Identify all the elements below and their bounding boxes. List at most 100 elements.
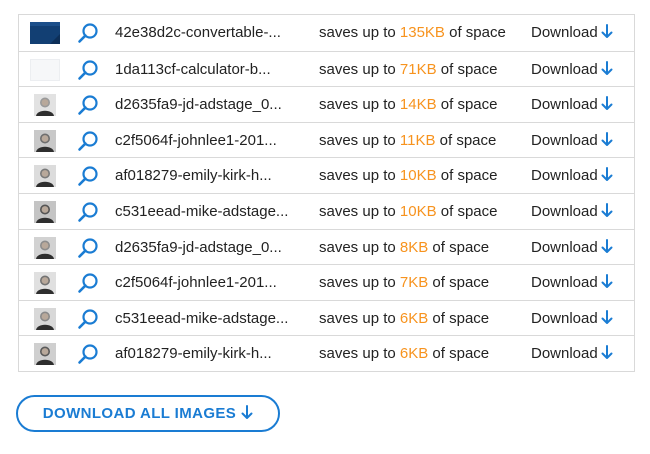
arrow-down-icon [601, 345, 613, 360]
file-name[interactable]: d2635fa9-jd-adstage_0... [115, 87, 282, 122]
file-name[interactable]: c531eead-mike-adstage... [115, 301, 288, 336]
download-label: Download [531, 96, 598, 114]
blue-banner-thumbnail [30, 22, 60, 44]
download-link[interactable]: Download [531, 15, 613, 50]
portrait-photo-thumbnail [30, 236, 60, 259]
magnifier-icon[interactable] [77, 272, 99, 294]
file-name[interactable]: c2f5064f-johnlee1-201... [115, 123, 277, 158]
savings-prefix: saves up to [319, 274, 396, 292]
download-label: Download [531, 60, 598, 78]
savings-suffix: of space [432, 274, 490, 292]
download-link[interactable]: Download [531, 123, 613, 158]
savings-amount: 14KB [399, 96, 437, 114]
savings-prefix: saves up to [319, 345, 396, 363]
magnifier-icon[interactable] [77, 94, 99, 116]
savings-suffix: of space [432, 345, 490, 363]
savings-prefix: saves up to [319, 24, 396, 41]
savings-suffix: of space [440, 167, 498, 185]
savings-suffix: of space [440, 202, 498, 220]
arrow-down-icon [601, 167, 613, 182]
file-name[interactable]: d2635fa9-jd-adstage_0... [115, 230, 282, 265]
table-row: d2635fa9-jd-adstage_0... saves up to 8KB … [19, 228, 634, 265]
arrow-down-icon [601, 203, 613, 218]
savings-suffix: of space [439, 131, 497, 149]
savings-amount: 10KB [399, 202, 437, 220]
arrow-down-icon [601, 96, 613, 111]
portrait-photo-thumbnail [30, 307, 60, 330]
portrait-photo-thumbnail [30, 200, 60, 223]
download-label: Download [531, 167, 598, 185]
table-row: c2f5064f-johnlee1-201... saves up to 7KB … [19, 264, 634, 300]
portrait-photo-thumbnail [30, 165, 60, 188]
download-label: Download [531, 24, 598, 41]
magnifier-icon[interactable] [77, 59, 99, 81]
savings-prefix: saves up to [319, 238, 396, 256]
savings-text: saves up to 71KB of space [319, 52, 497, 87]
portrait-photo-thumbnail [30, 129, 60, 152]
magnifier-icon[interactable] [77, 343, 99, 365]
download-all-button[interactable]: DOWNLOAD ALL IMAGES [16, 395, 280, 432]
download-link[interactable]: Download [531, 158, 613, 193]
savings-amount: 6KB [399, 345, 429, 363]
file-name[interactable]: c531eead-mike-adstage... [115, 194, 288, 229]
savings-prefix: saves up to [319, 96, 396, 114]
savings-text: saves up to 14KB of space [319, 87, 497, 122]
magnifier-icon[interactable] [77, 237, 99, 259]
file-name[interactable]: 42e38d2c-convertable-... [115, 15, 281, 50]
savings-amount: 135KB [399, 24, 445, 41]
table-row: 1da113cf-calculator-b... saves up to 71KB… [19, 50, 634, 87]
download-label: Download [531, 131, 598, 149]
magnifier-icon[interactable] [77, 165, 99, 187]
savings-amount: 71KB [399, 60, 437, 78]
portrait-photo-thumbnail [30, 94, 60, 117]
savings-text: saves up to 135KB of space [319, 15, 506, 50]
arrow-down-icon [601, 238, 613, 254]
file-name[interactable]: c2f5064f-johnlee1-201... [115, 265, 277, 300]
savings-prefix: saves up to [319, 131, 396, 149]
savings-text: saves up to 11KB of space [319, 123, 496, 158]
portrait-photo-thumbnail [30, 343, 60, 366]
savings-suffix: of space [432, 238, 490, 256]
savings-text: saves up to 6KB of space [319, 301, 489, 336]
download-all-label: DOWNLOAD ALL IMAGES [42, 405, 237, 422]
magnifier-icon[interactable] [77, 22, 99, 44]
savings-suffix: of space [440, 60, 498, 78]
savings-text: saves up to 10KB of space [319, 194, 497, 229]
savings-amount: 11KB [399, 131, 436, 149]
table-row: 42e38d2c-convertable-... saves up to 135K… [19, 15, 634, 51]
download-link[interactable]: Download [531, 336, 613, 371]
magnifier-icon[interactable] [77, 308, 99, 330]
savings-amount: 7KB [399, 274, 429, 292]
download-link[interactable]: Download [531, 52, 613, 87]
results-table: 42e38d2c-convertable-... saves up to 135K… [18, 14, 635, 372]
savings-text: saves up to 8KB of space [319, 230, 489, 265]
arrow-down-icon [601, 131, 613, 147]
table-row: c2f5064f-johnlee1-201... saves up to 11KB… [19, 121, 634, 158]
arrow-down-icon [601, 60, 613, 76]
download-link[interactable]: Download [531, 265, 613, 300]
savings-suffix: of space [449, 24, 506, 41]
table-row: af018279-emily-kirk-h... saves up to 10KB… [19, 157, 634, 193]
download-link[interactable]: Download [531, 194, 613, 229]
table-row: c531eead-mike-adstage... saves up to 6KB … [19, 299, 634, 336]
download-label: Download [531, 238, 598, 256]
file-name[interactable]: af018279-emily-kirk-h... [115, 336, 272, 371]
download-link[interactable]: Download [531, 230, 613, 265]
table-row: d2635fa9-jd-adstage_0... saves up to 14KB… [19, 86, 634, 122]
savings-prefix: saves up to [319, 60, 396, 78]
savings-amount: 8KB [399, 238, 429, 256]
arrow-down-icon [601, 274, 613, 289]
file-name[interactable]: af018279-emily-kirk-h... [115, 158, 272, 193]
savings-prefix: saves up to [319, 167, 396, 185]
magnifier-icon[interactable] [77, 201, 99, 223]
download-link[interactable]: Download [531, 87, 613, 122]
savings-amount: 6KB [399, 309, 429, 327]
magnifier-icon[interactable] [77, 130, 99, 152]
download-link[interactable]: Download [531, 301, 613, 336]
file-name[interactable]: 1da113cf-calculator-b... [115, 52, 271, 87]
table-row: af018279-emily-kirk-h... saves up to 6KB … [19, 335, 634, 371]
savings-suffix: of space [440, 96, 498, 114]
savings-text: saves up to 7KB of space [319, 265, 489, 300]
portrait-photo-thumbnail [30, 272, 60, 295]
download-label: Download [531, 345, 598, 363]
